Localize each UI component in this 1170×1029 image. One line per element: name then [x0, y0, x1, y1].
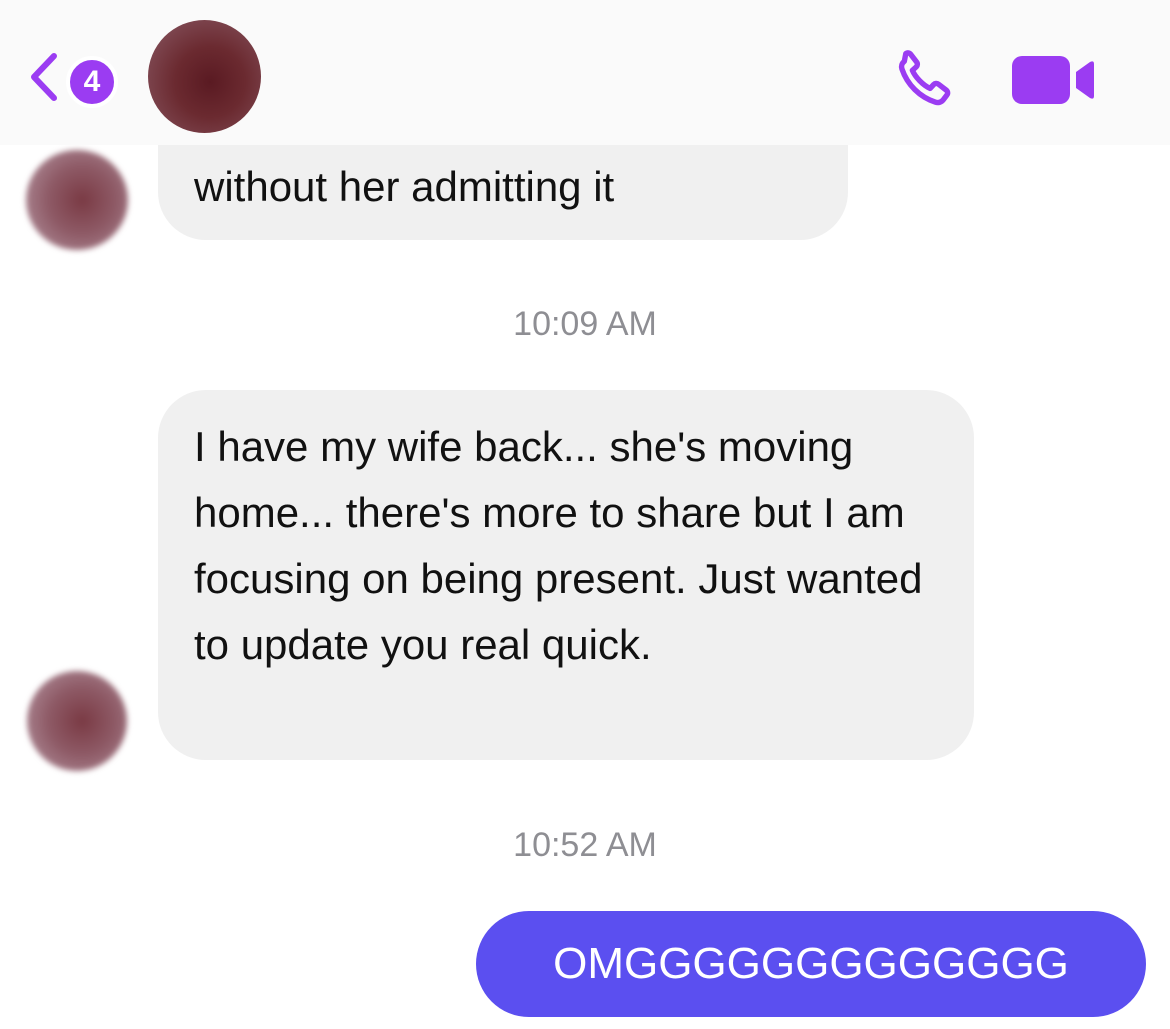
conversation-header: 4: [0, 0, 1170, 145]
phone-icon: [898, 50, 951, 106]
contact-avatar[interactable]: [148, 20, 261, 133]
incoming-message-bubble[interactable]: I have my wife back... she's moving home…: [158, 390, 974, 760]
video-call-button[interactable]: [1010, 50, 1096, 110]
sender-avatar[interactable]: [26, 150, 128, 250]
unread-count-badge: 4: [66, 56, 118, 108]
outgoing-message-bubble[interactable]: OMGGGGGGGGGGGGG: [476, 911, 1146, 1017]
back-button[interactable]: 4: [24, 44, 124, 110]
video-camera-icon: [1012, 56, 1094, 104]
message-timestamp: 10:52 AM: [513, 826, 657, 864]
call-button[interactable]: [884, 44, 960, 116]
message-timestamp: 10:09 AM: [513, 305, 657, 343]
chevron-left-icon: [31, 53, 57, 101]
sender-avatar[interactable]: [27, 671, 127, 771]
